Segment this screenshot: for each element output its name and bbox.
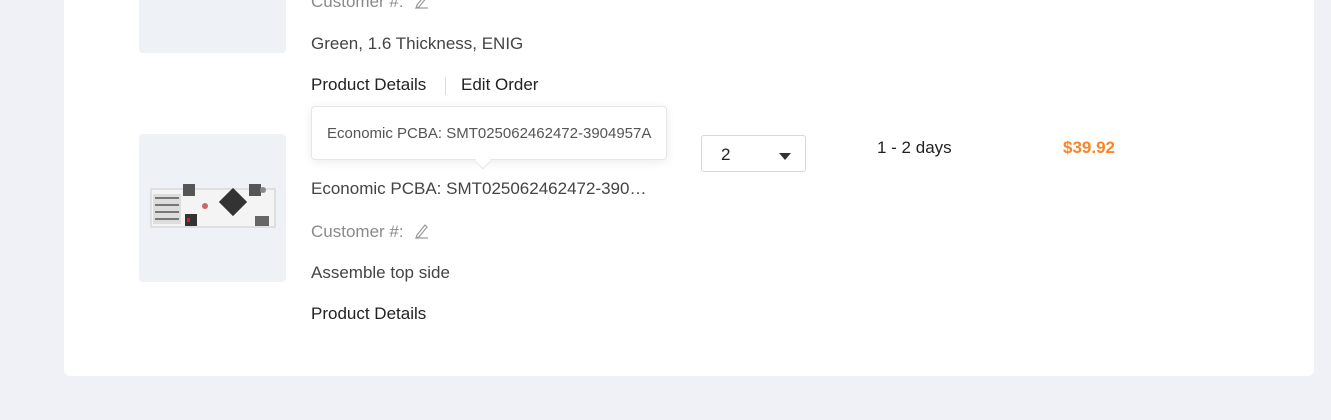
title-tooltip: Economic PCBA: SMT025062462472-3904957A [311, 106, 667, 160]
pcba-image [150, 184, 276, 228]
product-details-link[interactable]: Product Details [311, 75, 426, 95]
customer-label: Customer #: [311, 0, 404, 11]
pencil-icon[interactable] [414, 0, 430, 14]
price: $39.92 [1063, 138, 1115, 157]
product-details-link[interactable]: Product Details [311, 304, 426, 324]
caret-down-icon [779, 153, 791, 160]
quantity-select[interactable]: 2 [701, 135, 806, 172]
customer-label: Customer #: [311, 222, 404, 241]
edit-order-link[interactable]: Edit Order [461, 75, 538, 95]
divider [445, 77, 446, 95]
lead-time: 1 - 2 days [877, 138, 952, 157]
pencil-icon[interactable] [414, 223, 430, 244]
product-thumbnail[interactable] [139, 0, 286, 53]
product-specs: Green, 1.6 Thickness, ENIG [311, 34, 524, 53]
product-thumbnail[interactable] [139, 134, 286, 282]
customer-number: Customer #: [311, 222, 430, 244]
quantity-value: 2 [721, 145, 731, 164]
customer-number: Customer #: [311, 0, 430, 14]
product-specs: Assemble top side [311, 263, 450, 282]
product-title[interactable]: Economic PCBA: SMT025062462472-390… [311, 179, 657, 199]
